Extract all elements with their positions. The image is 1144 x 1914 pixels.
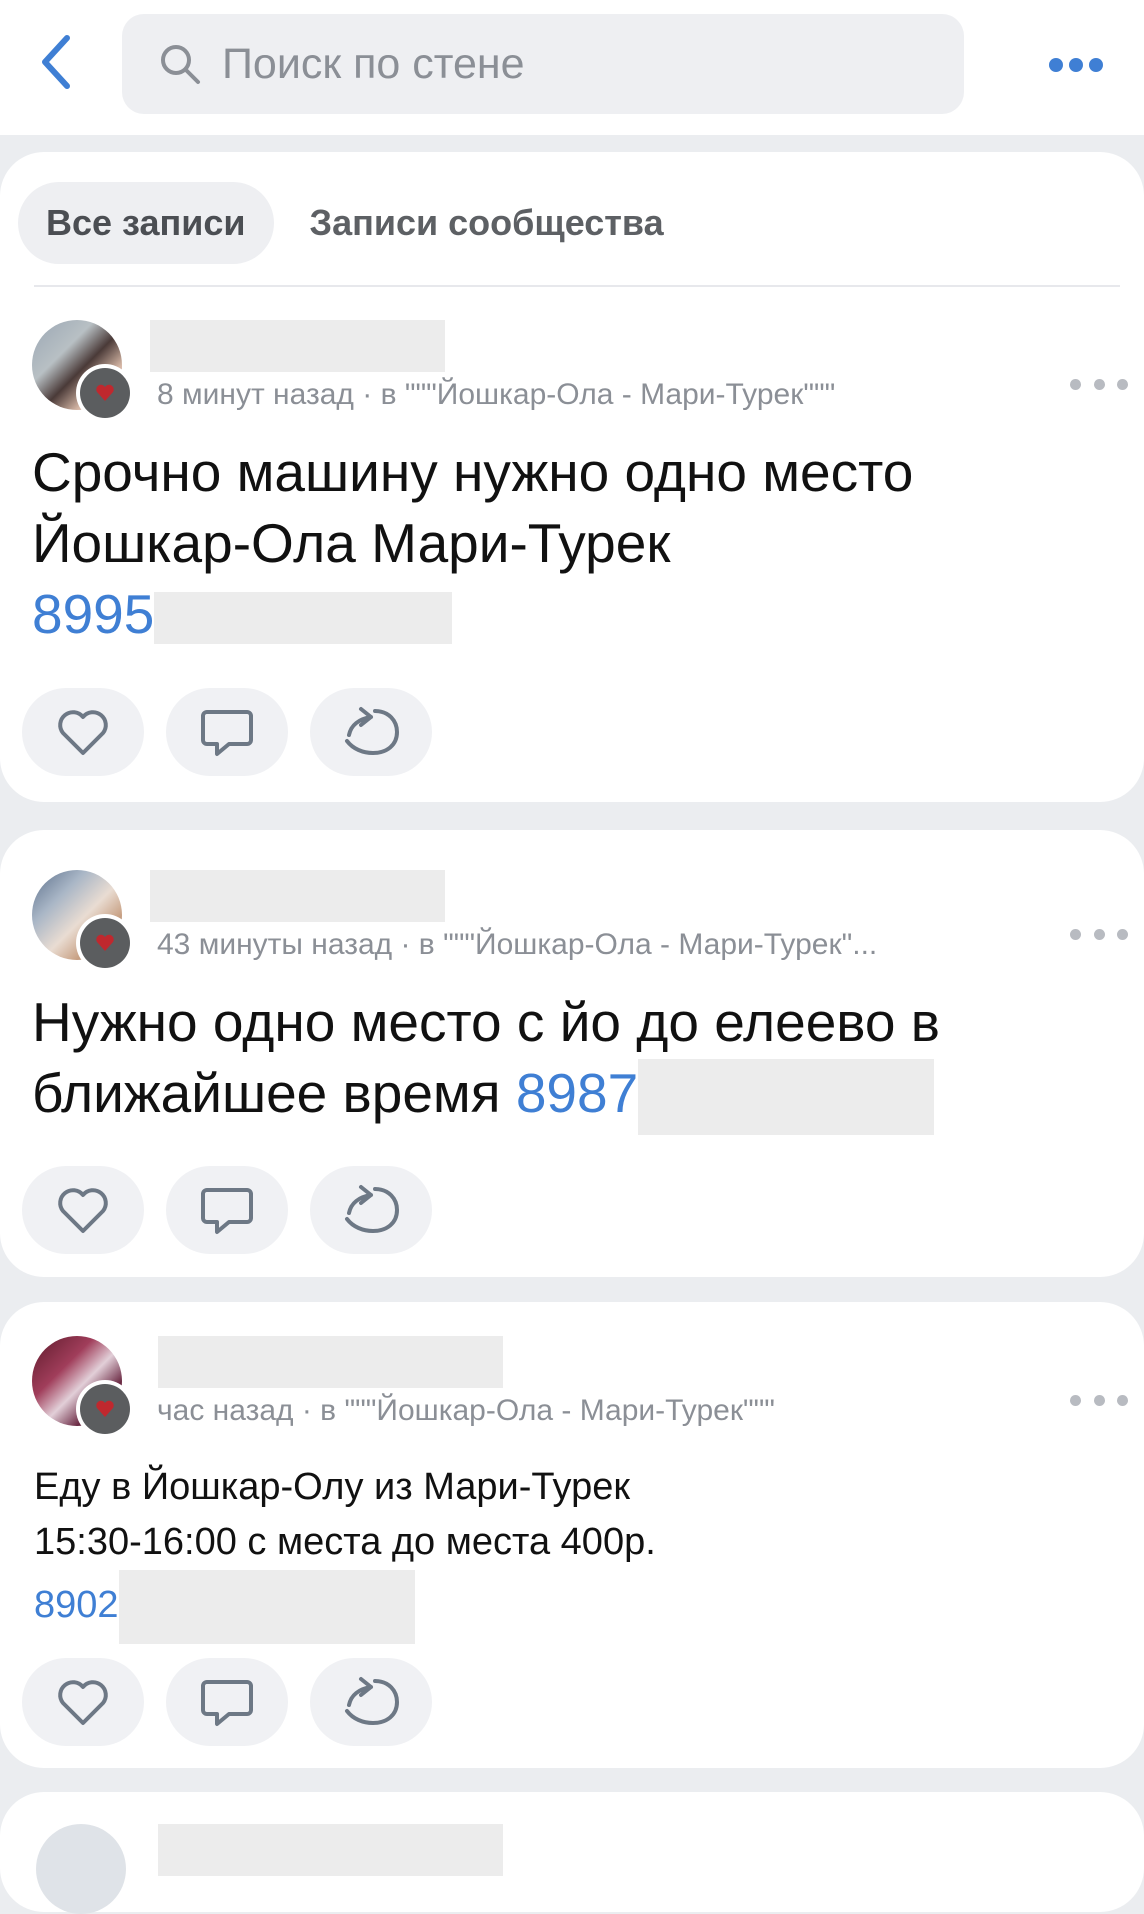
- author-name-redacted[interactable]: [158, 1336, 503, 1388]
- share-icon: [345, 1185, 399, 1233]
- post-phone-line: 8995: [32, 579, 453, 650]
- post-text-line-1: Еду в Йошкар-Олу из Мари-Турек: [34, 1466, 630, 1508]
- wall-card-2: 43 минуты назад · в """Йошкар-Ола - Мари…: [0, 830, 1144, 1277]
- heart-badge-icon: [96, 934, 114, 951]
- post-text-line-2: Йошкар-Ола Мари-Турек: [32, 512, 671, 574]
- post-meta: 43 минуты назад · в """Йошкар-Ола - Мари…: [157, 928, 878, 961]
- post-text-line-2: ближайшее время 8987: [32, 1058, 935, 1136]
- tab-all-posts[interactable]: Все записи: [18, 182, 274, 264]
- post-actions: [22, 688, 454, 776]
- search-input[interactable]: Поиск по стене: [122, 14, 964, 114]
- comment-button[interactable]: [166, 1658, 288, 1746]
- share-icon: [345, 707, 399, 755]
- post-menu-button[interactable]: [1070, 1388, 1128, 1412]
- comment-button[interactable]: [166, 688, 288, 776]
- post: 8 минут назад · в """Йошкар-Ола - Мари-Т…: [0, 320, 1144, 790]
- author-name-redacted[interactable]: [158, 1824, 503, 1876]
- more-horizontal-icon: [1049, 58, 1103, 72]
- post: час назад · в """Йошкар-Ола - Мари-Турек…: [0, 1336, 1144, 1756]
- heart-icon: [58, 710, 108, 755]
- phone-link[interactable]: 8995: [32, 583, 154, 645]
- heart-icon: [58, 1188, 108, 1233]
- avatar[interactable]: [32, 870, 134, 972]
- post-menu-button[interactable]: [1070, 372, 1128, 396]
- divider: [34, 285, 1120, 287]
- share-button[interactable]: [310, 1166, 432, 1254]
- post-menu-button[interactable]: [1070, 922, 1128, 946]
- post-text-line-1: Срочно машину нужно одно место: [32, 441, 914, 503]
- author-name-redacted[interactable]: [150, 870, 445, 922]
- share-button[interactable]: [310, 1658, 432, 1746]
- avatar[interactable]: [32, 320, 134, 422]
- comment-icon: [201, 710, 253, 756]
- phone-redacted: [118, 1570, 415, 1644]
- back-button[interactable]: [22, 22, 92, 102]
- post-actions: [22, 1166, 454, 1254]
- top-bar: Поиск по стене: [0, 0, 1144, 135]
- phone-redacted: [638, 1059, 935, 1136]
- heart-badge-icon: [96, 384, 114, 401]
- comment-icon: [201, 1680, 253, 1726]
- heart-icon: [58, 1680, 108, 1725]
- comment-button[interactable]: [166, 1166, 288, 1254]
- share-icon: [345, 1677, 399, 1725]
- post: 43 минуты назад · в """Йошкар-Ола - Мари…: [0, 870, 1144, 1270]
- author-name-redacted[interactable]: [150, 320, 445, 372]
- wall-card-4: [0, 1792, 1144, 1914]
- post-text-segment: ближайшее время: [32, 1062, 501, 1124]
- like-button[interactable]: [22, 1658, 144, 1746]
- avatar[interactable]: [36, 1824, 126, 1914]
- comment-icon: [201, 1188, 253, 1234]
- post-text-line-1: Нужно одно место с йо до елеево в: [32, 991, 940, 1053]
- post-phone-line: 8902: [34, 1570, 415, 1644]
- tab-community-posts[interactable]: Записи сообщества: [282, 182, 692, 264]
- phone-link[interactable]: 8902: [34, 1584, 119, 1626]
- share-button[interactable]: [310, 688, 432, 776]
- wall-card-3: час назад · в """Йошкар-Ола - Мари-Турек…: [0, 1302, 1144, 1768]
- search-placeholder: Поиск по стене: [222, 39, 525, 88]
- post-meta: 8 минут назад · в """Йошкар-Ола - Мари-Т…: [157, 378, 836, 411]
- post-actions: [22, 1658, 454, 1746]
- phone-redacted: [154, 592, 453, 645]
- chevron-left-icon: [42, 35, 70, 89]
- wall-card-1: Все записи Записи сообщества 8 минут наз…: [0, 152, 1144, 802]
- more-button[interactable]: [1036, 40, 1116, 90]
- avatar[interactable]: [32, 1336, 134, 1438]
- post-meta: час назад · в """Йошкар-Ола - Мари-Турек…: [157, 1394, 775, 1427]
- phone-link[interactable]: 8987: [516, 1062, 638, 1124]
- post-text-line-2: 15:30-16:00 с места до места 400р.: [34, 1521, 656, 1563]
- search-icon: [161, 45, 200, 84]
- wall-tabs: Все записи Записи сообщества: [18, 182, 692, 264]
- like-button[interactable]: [22, 1166, 144, 1254]
- like-button[interactable]: [22, 688, 144, 776]
- heart-badge-icon: [96, 1400, 114, 1417]
